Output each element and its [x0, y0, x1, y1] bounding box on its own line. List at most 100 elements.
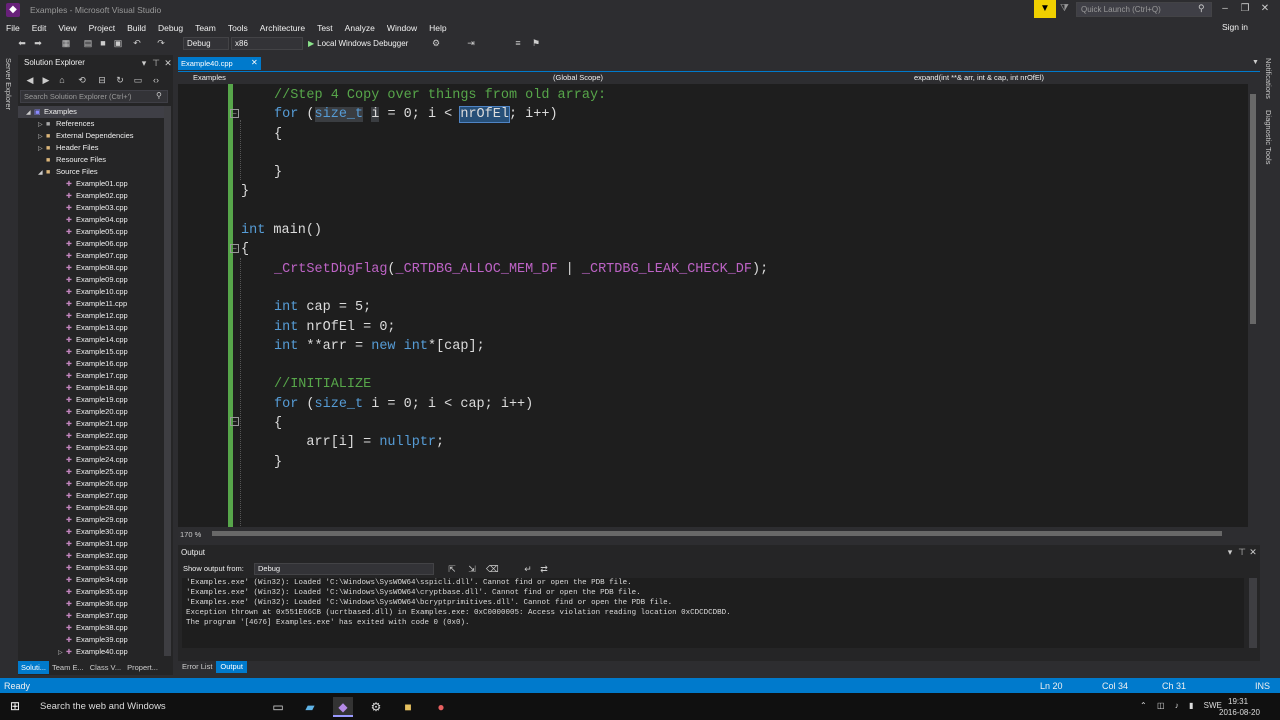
visual-studio-taskbar-icon[interactable]: ◆ [333, 697, 353, 717]
volume-icon[interactable]: ♪ [1175, 701, 1179, 710]
file-item[interactable]: ✚ Example02.cpp [18, 190, 164, 202]
file-item[interactable]: ✚ Example17.cpp [18, 370, 164, 382]
menu-debug[interactable]: Debug [158, 23, 183, 33]
next-message-icon[interactable]: ⇲ [466, 563, 478, 575]
menu-help[interactable]: Help [429, 23, 446, 33]
file-item[interactable]: ✚ Example11.cpp [18, 298, 164, 310]
chevron-down-icon[interactable]: ▾ [138, 57, 150, 69]
tree-folder[interactable]: ■ Resource Files [18, 154, 164, 166]
file-item[interactable]: ✚ Example32.cpp [18, 550, 164, 562]
nav-member-dropdown[interactable]: expand(int **& arr, int & cap, int nrOfE… [914, 73, 1044, 82]
file-item[interactable]: ✚ Example09.cpp [18, 274, 164, 286]
file-item[interactable]: ✚ Example22.cpp [18, 430, 164, 442]
configuration-select[interactable]: Debug [183, 37, 229, 50]
file-item[interactable]: ✚ Example12.cpp [18, 310, 164, 322]
file-item[interactable]: ✚ Example15.cpp [18, 346, 164, 358]
file-item[interactable]: ✚ Example25.cpp [18, 466, 164, 478]
file-item[interactable]: ✚ Example35.cpp [18, 586, 164, 598]
windows-start-icon[interactable]: ⊞ [10, 699, 20, 713]
collapse-icon[interactable]: − [230, 244, 239, 253]
server-explorer-tab[interactable]: Server Explorer [4, 58, 13, 110]
file-item[interactable]: ✚ Example27.cpp [18, 490, 164, 502]
menu-build[interactable]: Build [127, 23, 146, 33]
tab-class-view[interactable]: Class V... [87, 661, 124, 674]
collapse-icon[interactable]: − [230, 417, 239, 426]
document-tab[interactable]: Example40.cpp [178, 57, 261, 70]
attach-icon[interactable]: ⚙ [430, 37, 442, 49]
battery-icon[interactable]: ▮ [1189, 701, 1193, 710]
bookmark-icon[interactable]: ⚑ [530, 37, 542, 49]
forward-icon[interactable]: ▶ [40, 74, 52, 86]
file-item[interactable]: ✚ Example14.cpp [18, 334, 164, 346]
editor-hscroll-thumb[interactable] [212, 531, 1222, 536]
task-view-icon[interactable]: ▭ [268, 697, 288, 717]
nav-scope-dropdown[interactable]: (Global Scope) [553, 73, 603, 82]
minimize-icon[interactable]: – [1218, 3, 1232, 14]
step-into-icon[interactable]: ⇥ [465, 37, 477, 49]
sign-in-link[interactable]: Sign in [1222, 22, 1248, 32]
clock-date[interactable]: 2016-08-20 [1219, 708, 1260, 717]
file-item[interactable]: ✚ Example39.cpp [18, 634, 164, 646]
file-item[interactable]: ✚ Example38.cpp [18, 622, 164, 634]
word-wrap-icon[interactable]: ↵ [522, 563, 534, 575]
clock-time[interactable]: 19:31 [1228, 697, 1248, 706]
file-item[interactable]: ✚ Example24.cpp [18, 454, 164, 466]
file-item[interactable]: ✚ Example33.cpp [18, 562, 164, 574]
menu-test[interactable]: Test [317, 23, 333, 33]
tab-error-list[interactable]: Error List [178, 661, 216, 673]
chevron-up-icon[interactable]: ⌃ [1140, 701, 1147, 710]
tree-folder[interactable]: ▷ ■ External Dependencies [18, 130, 164, 142]
nav-project-dropdown[interactable]: Examples [193, 73, 226, 82]
tree-project[interactable]: ◢ ▣ Examples [18, 106, 164, 118]
chevron-down-icon[interactable]: ▼ [1252, 59, 1259, 66]
settings-icon[interactable]: ⚙ [366, 697, 386, 717]
chevron-down-icon[interactable]: ▾ [1224, 546, 1236, 558]
file-item[interactable]: ✚ Example29.cpp [18, 514, 164, 526]
tab-output[interactable]: Output [216, 661, 247, 673]
taskbar-search[interactable]: Search the web and Windows [40, 701, 166, 712]
start-debugging-button[interactable]: ▶ Local Windows Debugger [308, 37, 408, 50]
output-text[interactable]: 'Examples.exe' (Win32): Loaded 'C:\Windo… [182, 578, 1244, 648]
file-item[interactable]: ✚ Example04.cpp [18, 214, 164, 226]
file-item[interactable]: ✚ Example23.cpp [18, 442, 164, 454]
file-item[interactable]: ✚ Example18.cpp [18, 382, 164, 394]
editor-scroll-thumb[interactable] [1250, 94, 1256, 324]
file-item[interactable]: ✚ Example37.cpp [18, 610, 164, 622]
notifications-tab[interactable]: Notifications [1264, 58, 1273, 99]
file-item[interactable]: ✚ Example20.cpp [18, 406, 164, 418]
menu-analyze[interactable]: Analyze [345, 23, 375, 33]
tree-folder[interactable]: ◢ ■ Source Files [18, 166, 164, 178]
zoom-level[interactable]: 170 % [180, 530, 201, 539]
tab-properties[interactable]: Propert... [124, 661, 161, 674]
file-item[interactable]: ✚ Example08.cpp [18, 262, 164, 274]
pin-icon[interactable]: ⊤ [150, 57, 162, 69]
notification-flag-icon[interactable]: ▼ [1034, 0, 1056, 18]
clear-all-icon[interactable]: ⌫ [486, 563, 499, 575]
close-panel-icon[interactable]: ✕ [162, 57, 174, 69]
menu-project[interactable]: Project [89, 23, 115, 33]
collapse-all-icon[interactable]: ⊟ [96, 74, 108, 86]
save-all-icon[interactable]: ▣ [112, 37, 124, 49]
menu-file[interactable]: File [6, 23, 20, 33]
platform-select[interactable]: x86 [231, 37, 303, 50]
forward-icon[interactable]: ➡ [32, 37, 44, 49]
diagnostic-tools-tab[interactable]: Diagnostic Tools [1264, 110, 1273, 164]
solution-search-input[interactable]: Search Solution Explorer (Ctrl+') [20, 90, 168, 103]
network-icon[interactable]: ◫ [1157, 701, 1165, 710]
menu-window[interactable]: Window [387, 23, 417, 33]
file-item[interactable]: ✚ Example30.cpp [18, 526, 164, 538]
file-item[interactable]: ✚ Example31.cpp [18, 538, 164, 550]
refresh-icon[interactable]: ↻ [114, 74, 126, 86]
file-item[interactable]: ✚ Example01.cpp [18, 178, 164, 190]
menu-view[interactable]: View [58, 23, 76, 33]
maximize-icon[interactable]: ❐ [1238, 3, 1252, 14]
tab-team-explorer[interactable]: Team E... [49, 661, 87, 674]
tab-solution-explorer[interactable]: Soluti... [18, 661, 50, 674]
close-panel-icon[interactable]: ✕ [1247, 546, 1259, 558]
file-item[interactable]: ✚ Example28.cpp [18, 502, 164, 514]
find-message-icon[interactable]: ⇱ [446, 563, 458, 575]
redo-icon[interactable]: ↷ [155, 37, 167, 49]
filter-icon[interactable]: ⧩ [1060, 3, 1069, 14]
file-item[interactable]: ✚ Example10.cpp [18, 286, 164, 298]
solution-scrollbar[interactable] [164, 106, 171, 656]
